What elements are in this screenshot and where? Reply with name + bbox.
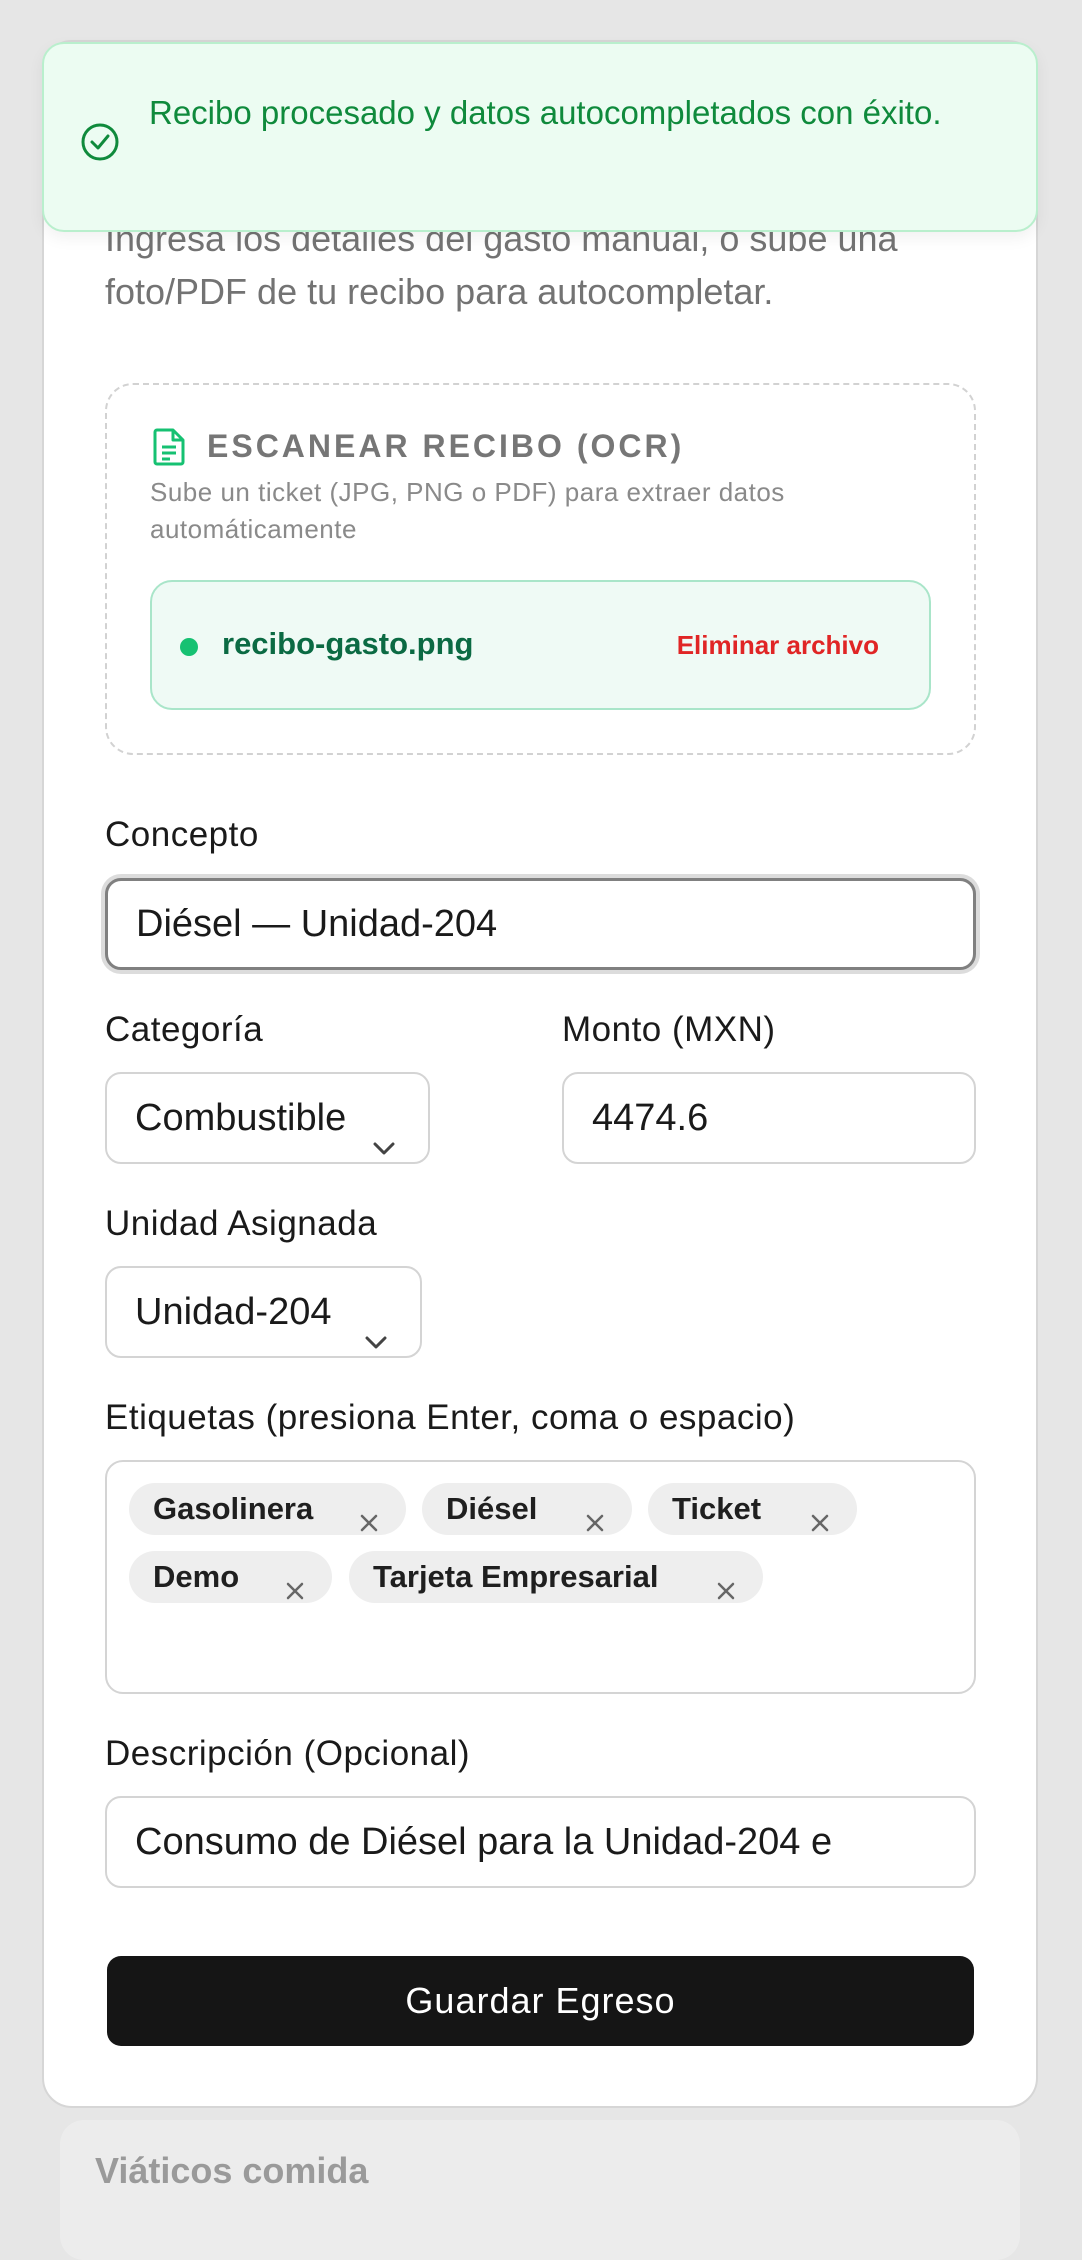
uploaded-file-name: recibo-gasto.png: [222, 626, 474, 661]
close-icon[interactable]: [715, 1566, 737, 1600]
ocr-title: ESCANEAR RECIBO (OCR): [207, 428, 685, 464]
concept-label: Concepto: [105, 815, 259, 854]
description-input[interactable]: Consumo de Diésel para la Unidad-204 e: [105, 1796, 976, 1888]
amount-label: Monto (MXN): [562, 1010, 776, 1049]
uploaded-file-row: recibo-gasto.png Eliminar archivo: [150, 580, 931, 710]
description-label: Descripción (Opcional): [105, 1734, 471, 1773]
tag-chip: Diésel: [422, 1483, 632, 1535]
close-icon[interactable]: [358, 1498, 380, 1532]
tag-label: Ticket: [672, 1491, 762, 1526]
category-select[interactable]: Combustible: [105, 1072, 430, 1164]
tag-label: Diésel: [446, 1491, 538, 1526]
file-status-dot: [180, 638, 198, 656]
close-icon[interactable]: [584, 1498, 606, 1532]
save-expense-button[interactable]: Guardar Egreso: [107, 1956, 974, 2046]
tag-chip: Ticket: [648, 1483, 857, 1535]
close-icon[interactable]: [809, 1498, 831, 1532]
category-label: Categoría: [105, 1010, 264, 1049]
category-selected-value: Combustible: [135, 1097, 347, 1139]
success-toast: Recibo procesado y datos autocompletados…: [42, 42, 1038, 232]
background-item-title: Viáticos comida: [95, 2150, 369, 2191]
tag-chip: Demo: [129, 1551, 332, 1603]
check-circle-icon: [80, 122, 120, 167]
tags-label: Etiquetas (presiona Enter, coma o espaci…: [105, 1398, 796, 1437]
close-icon[interactable]: [284, 1566, 306, 1600]
tag-chip: Gasolinera: [129, 1483, 406, 1535]
ocr-subtitle: Sube un ticket (JPG, PNG o PDF) para ext…: [150, 477, 785, 544]
unit-select[interactable]: Unidad-204: [105, 1266, 422, 1358]
tag-label: Demo: [153, 1559, 240, 1594]
amount-input[interactable]: 4474.6: [562, 1072, 976, 1164]
chevron-down-icon: [370, 1106, 398, 1162]
toast-message: Recibo procesado y datos autocompletados…: [149, 94, 942, 131]
chevron-down-icon: [362, 1300, 390, 1356]
document-icon: [152, 428, 186, 471]
tag-chip: Tarjeta Empresarial: [349, 1551, 763, 1603]
tag-label: Gasolinera: [153, 1491, 314, 1526]
tag-label: Tarjeta Empresarial: [373, 1559, 659, 1594]
remove-file-button[interactable]: Eliminar archivo: [677, 630, 879, 661]
unit-label: Unidad Asignada: [105, 1204, 378, 1243]
concept-input[interactable]: Diésel — Unidad-204: [105, 878, 976, 970]
unit-selected-value: Unidad-204: [135, 1291, 332, 1333]
